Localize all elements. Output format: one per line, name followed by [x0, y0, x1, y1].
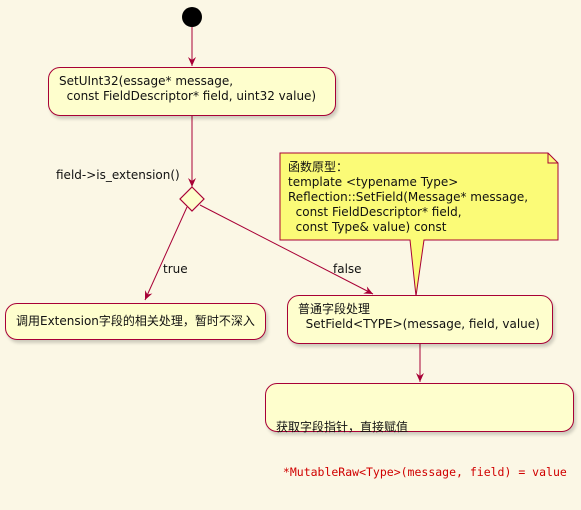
get-pointer-title: 获取字段指针，直接赋值 [276, 420, 409, 434]
true-label: true [163, 262, 188, 276]
extension-process-node: 调用Extension字段的相关处理，暂时不深入 [5, 303, 266, 340]
decision-label: field->is_extension() [56, 168, 180, 182]
setuint32-node: SetUInt32(essage* message, const FieldDe… [48, 67, 336, 116]
activity-diagram: field->is_extension() true false SetUInt… [0, 0, 581, 479]
edge-true [144, 206, 188, 301]
get-pointer-code: *MutableRaw<Type>(message, field) = valu… [276, 465, 567, 479]
note-text: 函数原型： template <typename Type> Reflectio… [288, 160, 529, 234]
get-pointer-node: 获取字段指针，直接赋值 *MutableRaw<Type>(message, f… [265, 383, 574, 479]
normal-process-node: 普通字段处理 SetField<TYPE>(message, field, va… [287, 295, 553, 344]
start-node [182, 7, 202, 27]
decision-diamond [179, 186, 205, 212]
false-label: false [333, 262, 362, 276]
